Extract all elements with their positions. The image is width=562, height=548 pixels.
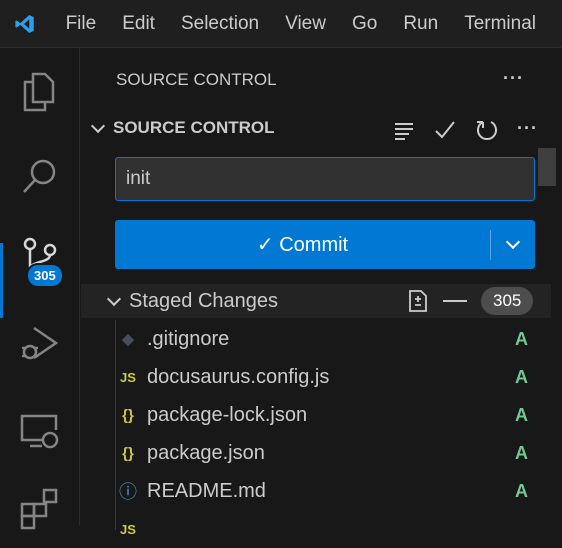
refresh-icon[interactable] — [475, 118, 499, 142]
js-icon: JS — [120, 521, 136, 537]
file-name: package-lock.json — [147, 403, 308, 426]
menu-terminal[interactable]: Terminal — [464, 13, 536, 35]
section-more-icon[interactable]: ··· — [517, 118, 538, 139]
json-icon: {} — [122, 444, 134, 462]
chevron-down-icon — [505, 234, 521, 249]
run-debug-icon[interactable] — [16, 320, 64, 368]
status-badge: A — [515, 366, 528, 387]
remote-explorer-icon[interactable] — [16, 406, 64, 454]
commit-label: ✓ Commit — [256, 234, 349, 256]
view-as-list-icon[interactable] — [393, 120, 415, 142]
staged-changes-header[interactable]: Staged Changes 305 — [81, 284, 551, 318]
vscode-logo-icon — [15, 14, 34, 33]
section-title: SOURCE CONTROL — [113, 118, 275, 137]
search-icon[interactable] — [16, 152, 64, 200]
status-badge: A — [515, 328, 528, 349]
menu-go[interactable]: Go — [352, 13, 377, 35]
staged-count-badge: 305 — [481, 287, 534, 315]
explorer-icon[interactable] — [16, 68, 64, 116]
file-name: .gitignore — [147, 327, 230, 350]
scm-badge: 305 — [26, 263, 64, 288]
status-badge: A — [515, 480, 528, 501]
commit-message-input[interactable]: init — [115, 157, 535, 201]
active-indicator — [0, 243, 3, 318]
unstage-all-icon[interactable] — [443, 300, 467, 302]
status-badge: A — [515, 442, 528, 463]
title-bar: File Edit Selection View Go Run Terminal — [0, 0, 562, 48]
list-item[interactable]: {} package.json A — [81, 434, 551, 472]
sidebar-title: SOURCE CONTROL — [116, 70, 277, 89]
activity-bar: 305 — [0, 48, 80, 530]
scrollbar-thumb[interactable] — [538, 148, 556, 186]
menu-run[interactable]: Run — [403, 13, 438, 35]
js-icon: JS — [120, 369, 136, 385]
file-name: README.md — [147, 479, 266, 502]
commit-dropdown-button[interactable] — [491, 234, 535, 253]
open-file-icon[interactable] — [407, 289, 429, 313]
menu-edit[interactable]: Edit — [122, 13, 155, 35]
menu-file[interactable]: File — [66, 13, 97, 35]
json-icon: {} — [122, 406, 134, 424]
commit-check-icon[interactable] — [433, 118, 457, 142]
list-item[interactable]: ◆ .gitignore A — [81, 320, 551, 358]
list-item[interactable]: ⓘ README.md A — [81, 472, 551, 510]
list-item[interactable]: {} package-lock.json A — [81, 396, 551, 434]
git-icon: ◆ — [122, 331, 134, 348]
more-actions-icon[interactable]: ··· — [503, 68, 524, 89]
source-control-sidebar: SOURCE CONTROL ··· SOURCE CONTROL ··· in… — [81, 48, 562, 537]
commit-button[interactable]: ✓ Commit — [115, 220, 535, 269]
status-badge: A — [515, 404, 528, 425]
list-item-partial[interactable]: JS — [81, 510, 551, 548]
chevron-down-icon — [90, 118, 106, 134]
menu-view[interactable]: View — [285, 13, 326, 35]
list-item[interactable]: JS docusaurus.config.js A — [81, 358, 551, 396]
menu-selection[interactable]: Selection — [181, 13, 259, 35]
info-icon: ⓘ — [119, 482, 137, 502]
section-header[interactable]: SOURCE CONTROL — [89, 118, 275, 138]
chevron-down-icon — [106, 291, 122, 307]
file-name: docusaurus.config.js — [147, 365, 330, 388]
commit-text: Commit — [279, 234, 349, 256]
staged-changes-label: Staged Changes — [129, 289, 279, 312]
file-name: package.json — [147, 441, 265, 464]
extensions-icon[interactable] — [16, 484, 64, 532]
